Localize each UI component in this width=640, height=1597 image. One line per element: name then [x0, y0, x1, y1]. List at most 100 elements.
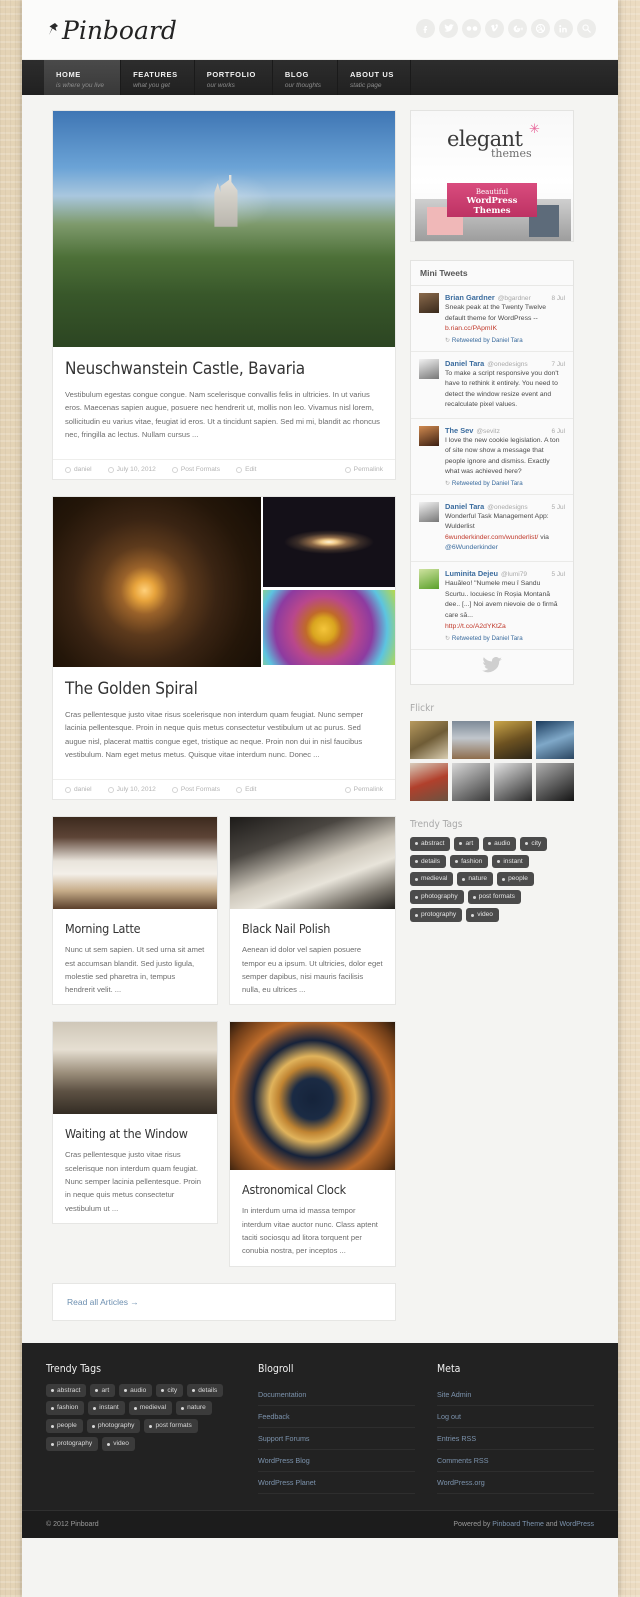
- post-title[interactable]: The Golden Spiral: [65, 679, 383, 699]
- flickr-photo-7[interactable]: [494, 762, 532, 801]
- tweet-author[interactable]: Daniel Tara: [445, 502, 484, 511]
- nav-item-blog[interactable]: BLOG our thoughts: [273, 60, 339, 95]
- meta-category[interactable]: Post Formats: [171, 786, 220, 793]
- site-logo[interactable]: Pinboard: [48, 14, 177, 45]
- tag-item[interactable]: art: [90, 1383, 116, 1398]
- post-card-castle[interactable]: Neuschwanstein Castle, Bavaria Vestibulu…: [52, 110, 396, 481]
- tag-item[interactable]: protography: [410, 908, 463, 923]
- tweet-item[interactable]: Brian Gardner @bgardner 8 Jul Sneak peak…: [411, 286, 573, 352]
- twitter-icon[interactable]: [439, 19, 458, 38]
- meta-permalink[interactable]: Permalink: [344, 466, 383, 473]
- tag-item[interactable]: details: [187, 1383, 224, 1398]
- post-thumbnail[interactable]: [53, 111, 395, 347]
- tag-item[interactable]: nature: [457, 872, 494, 887]
- meta-link[interactable]: Comments RSS: [437, 1450, 594, 1472]
- tweet-link[interactable]: 6wunderkinder.com/wunderlist/: [445, 534, 538, 541]
- read-all-articles-link[interactable]: Read all Articles →: [52, 1282, 396, 1321]
- vimeo-icon[interactable]: [485, 19, 504, 38]
- tweet-mention-link[interactable]: @6Wunderkinder: [445, 544, 498, 551]
- nails-photo[interactable]: [230, 817, 395, 910]
- tag-item[interactable]: photography: [410, 890, 464, 905]
- tag-item[interactable]: medieval: [128, 1401, 173, 1416]
- meta-link[interactable]: Entries RSS: [437, 1428, 594, 1450]
- blogroll-link[interactable]: WordPress Blog: [258, 1450, 415, 1472]
- wordpress-link[interactable]: WordPress: [560, 1521, 595, 1528]
- flickr-photo-2[interactable]: [452, 720, 490, 759]
- tweet-item[interactable]: Daniel Tara @onedesigns 5 Jul Wonderful …: [411, 495, 573, 562]
- post-title[interactable]: Black Nail Polish: [242, 921, 383, 936]
- meta-link[interactable]: Log out: [437, 1406, 594, 1428]
- tag-item[interactable]: post formats: [467, 890, 521, 905]
- tag-item[interactable]: instant: [492, 854, 529, 869]
- meta-link[interactable]: Site Admin: [437, 1384, 594, 1406]
- tag-item[interactable]: people: [497, 872, 534, 887]
- nav-item-about-us[interactable]: ABOUT US static page: [338, 60, 411, 95]
- blogroll-link[interactable]: Feedback: [258, 1406, 415, 1428]
- flickr-photo-5[interactable]: [410, 762, 448, 801]
- dribbble-icon[interactable]: [531, 19, 550, 38]
- tag-item[interactable]: video: [466, 908, 499, 923]
- meta-date[interactable]: July 10, 2012: [107, 466, 156, 473]
- flickr-photo-3[interactable]: [494, 720, 532, 759]
- tag-item[interactable]: art: [454, 836, 480, 851]
- advertisement-banner[interactable]: elegant ✳ themes Beautiful WordPress The…: [410, 110, 574, 242]
- tag-item[interactable]: medieval: [410, 872, 454, 887]
- pinboard-theme-link[interactable]: Pinboard Theme: [492, 1521, 544, 1528]
- blogroll-link[interactable]: Documentation: [258, 1384, 415, 1406]
- tag-item[interactable]: fashion: [450, 854, 489, 869]
- tag-item[interactable]: nature: [176, 1401, 212, 1416]
- post-title[interactable]: Morning Latte: [65, 921, 205, 936]
- tweet-author[interactable]: Brian Gardner: [445, 293, 495, 302]
- tweet-link[interactable]: b.rian.cc/PApmIK: [445, 325, 497, 332]
- tag-item[interactable]: photography: [86, 1419, 141, 1434]
- tweet-item[interactable]: Luminita Dejeu @lumi79 5 Jul Hauăleo! "N…: [411, 562, 573, 650]
- latte-photo[interactable]: [53, 817, 217, 910]
- facebook-icon[interactable]: [416, 19, 435, 38]
- post-title[interactable]: Neuschwanstein Castle, Bavaria: [65, 359, 383, 379]
- meta-date[interactable]: July 10, 2012: [107, 786, 156, 793]
- window-photo[interactable]: [53, 1022, 217, 1115]
- flickr-photo-8[interactable]: [536, 762, 574, 801]
- post-gallery[interactable]: [53, 497, 395, 668]
- post-card-waiting-at-the-window[interactable]: Waiting at the Window Cras pellentesque …: [52, 1021, 218, 1224]
- post-card-golden-spiral[interactable]: The Golden Spiral Cras pellentesque just…: [52, 496, 396, 801]
- blogroll-link[interactable]: Support Forums: [258, 1428, 415, 1450]
- tag-item[interactable]: abstract: [46, 1383, 87, 1398]
- tag-item[interactable]: instant: [88, 1401, 125, 1416]
- tag-item[interactable]: protography: [46, 1437, 99, 1452]
- nav-item-home[interactable]: HOME is where you live: [44, 60, 122, 95]
- tag-item[interactable]: abstract: [410, 836, 451, 851]
- tag-item[interactable]: details: [410, 854, 447, 869]
- meta-edit[interactable]: Edit: [236, 786, 256, 793]
- meta-author[interactable]: daniel: [65, 466, 92, 473]
- tag-item[interactable]: post formats: [144, 1419, 198, 1434]
- tag-item[interactable]: audio: [483, 836, 517, 851]
- post-title[interactable]: Astronomical Clock: [242, 1182, 383, 1197]
- blogroll-link[interactable]: WordPress Planet: [258, 1472, 415, 1494]
- tag-item[interactable]: people: [46, 1419, 83, 1434]
- tag-item[interactable]: fashion: [46, 1401, 85, 1416]
- meta-edit[interactable]: Edit: [236, 466, 256, 473]
- googleplus-icon[interactable]: [508, 19, 527, 38]
- linkedin-icon[interactable]: [554, 19, 573, 38]
- search-icon[interactable]: [577, 19, 596, 38]
- flickr-icon[interactable]: [462, 19, 481, 38]
- tweet-link[interactable]: http://t.co/A2dYKtZa: [445, 623, 506, 630]
- meta-permalink[interactable]: Permalink: [344, 786, 383, 793]
- tag-item[interactable]: audio: [119, 1383, 153, 1398]
- meta-category[interactable]: Post Formats: [171, 466, 220, 473]
- post-title[interactable]: Waiting at the Window: [65, 1126, 205, 1141]
- post-card-astronomical-clock[interactable]: Astronomical Clock In interdum urna id m…: [229, 1021, 396, 1267]
- meta-link[interactable]: WordPress.org: [437, 1472, 594, 1494]
- post-card-black-nail-polish[interactable]: Black Nail Polish Aenean id dolor vel sa…: [229, 816, 396, 1006]
- tag-item[interactable]: city: [156, 1383, 184, 1398]
- nav-item-features[interactable]: FEATURES what you get: [121, 60, 195, 95]
- tweet-item[interactable]: The Sev @sevitz 6 Jul I love the new coo…: [411, 419, 573, 495]
- post-card-morning-latte[interactable]: Morning Latte Nunc ut sem sapien. Ut sed…: [52, 816, 218, 1006]
- nav-item-portfolio[interactable]: PORTFOLIO our works: [195, 60, 273, 95]
- tag-item[interactable]: video: [102, 1437, 135, 1452]
- clock-photo[interactable]: [230, 1022, 395, 1171]
- tweet-item[interactable]: Daniel Tara @onedesigns 7 Jul To make a …: [411, 352, 573, 419]
- tweet-author[interactable]: The Sev: [445, 426, 473, 435]
- flickr-photo-6[interactable]: [452, 762, 490, 801]
